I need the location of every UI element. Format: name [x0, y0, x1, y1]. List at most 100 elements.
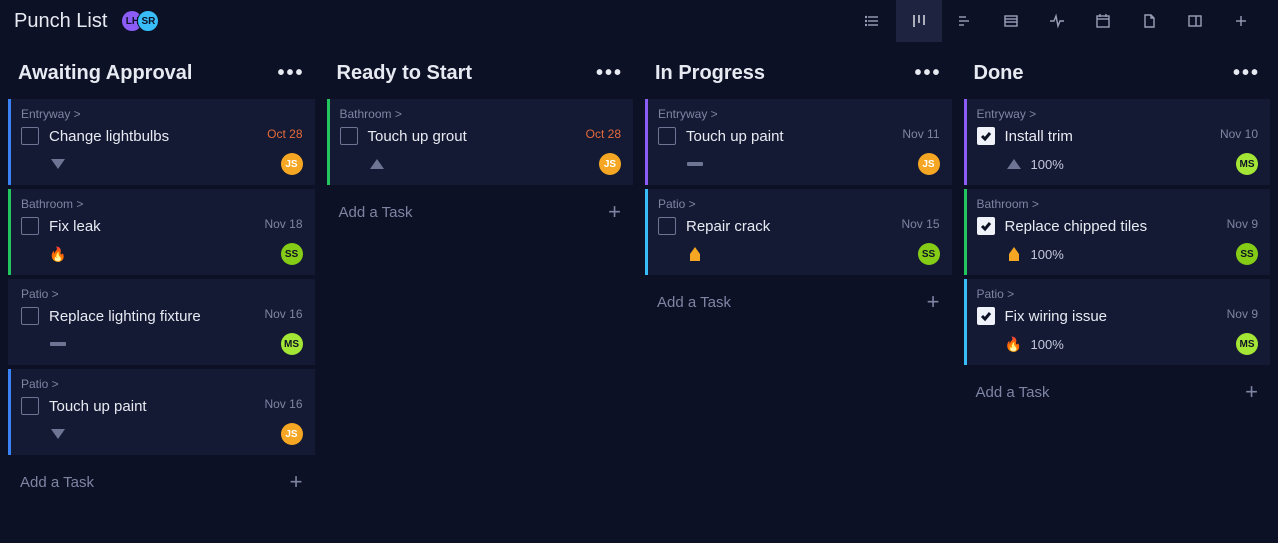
task-progress: 100%	[1031, 337, 1064, 352]
kanban-board: Awaiting Approval•••Entryway >Change lig…	[0, 42, 1278, 543]
column-header: In Progress•••	[645, 50, 952, 99]
column-header: Done•••	[964, 50, 1271, 99]
task-footer	[21, 423, 305, 445]
task-checkbox[interactable]	[658, 217, 676, 235]
priority-none-icon	[686, 156, 704, 172]
table-view-icon[interactable]	[988, 0, 1034, 42]
task-card[interactable]: Entryway >Change lightbulbsOct 28JS	[8, 99, 315, 185]
column-header: Ready to Start•••	[327, 50, 634, 99]
task-date: Nov 16	[264, 307, 302, 321]
breadcrumb[interactable]: Entryway >	[21, 107, 305, 121]
task-date: Nov 9	[1227, 307, 1258, 321]
priority-low-icon	[368, 156, 386, 172]
breadcrumb[interactable]: Patio >	[658, 197, 942, 211]
task-footer	[658, 153, 942, 175]
breadcrumb[interactable]: Entryway >	[658, 107, 942, 121]
activity-view-icon[interactable]	[1034, 0, 1080, 42]
breadcrumb[interactable]: Entryway >	[977, 107, 1261, 121]
breadcrumb[interactable]: Bathroom >	[340, 107, 624, 121]
topbar: Punch List LH SR	[0, 0, 1278, 42]
priority-medium-icon	[686, 246, 704, 262]
priority-urgent-icon: 🔥	[49, 246, 67, 262]
breadcrumb[interactable]: Bathroom >	[977, 197, 1261, 211]
kanban-column: In Progress•••Entryway >Touch up paintNo…	[641, 50, 956, 543]
calendar-view-icon[interactable]	[1080, 0, 1126, 42]
page-title: Punch List	[14, 10, 107, 33]
task-card[interactable]: Entryway >Touch up paintNov 11JS	[645, 99, 952, 185]
add-task-label: Add a Task	[976, 384, 1050, 401]
task-card[interactable]: Bathroom >Touch up groutOct 28JS	[327, 99, 634, 185]
priority-low-icon	[49, 426, 67, 442]
assignee-avatar[interactable]: MS	[1236, 153, 1258, 175]
column-menu-icon[interactable]: •••	[914, 62, 941, 85]
assignee-avatar[interactable]: JS	[918, 153, 940, 175]
column-menu-icon[interactable]: •••	[1233, 62, 1260, 85]
task-card[interactable]: Bathroom >Fix leakNov 18🔥SS	[8, 189, 315, 275]
task-checkbox[interactable]	[21, 397, 39, 415]
task-card[interactable]: Patio >Touch up paintNov 16JS	[8, 369, 315, 455]
task-card[interactable]: Bathroom >Replace chipped tilesNov 9100%…	[964, 189, 1271, 275]
file-view-icon[interactable]	[1126, 0, 1172, 42]
priority-none-icon	[49, 336, 67, 352]
header-avatars[interactable]: LH SR	[121, 10, 159, 32]
breadcrumb[interactable]: Patio >	[977, 287, 1261, 301]
task-progress: 100%	[1031, 247, 1064, 262]
assignee-avatar[interactable]: SS	[918, 243, 940, 265]
breadcrumb[interactable]: Patio >	[21, 287, 305, 301]
add-view-icon[interactable]	[1218, 0, 1264, 42]
task-card[interactable]: Patio >Replace lighting fixtureNov 16MS	[8, 279, 315, 365]
task-date: Nov 15	[901, 217, 939, 231]
task-footer: 100%	[977, 243, 1261, 265]
breadcrumb[interactable]: Bathroom >	[21, 197, 305, 211]
priority-low-icon	[49, 156, 67, 172]
task-title: Fix wiring issue	[1005, 308, 1261, 325]
assignee-avatar[interactable]: SS	[281, 243, 303, 265]
task-date: Nov 18	[264, 217, 302, 231]
task-date: Nov 11	[902, 127, 939, 141]
list-view-icon[interactable]	[850, 0, 896, 42]
kanban-view-icon[interactable]	[896, 0, 942, 42]
plus-icon: +	[290, 469, 303, 495]
assignee-avatar[interactable]: MS	[281, 333, 303, 355]
task-card[interactable]: Patio > Fix wiring issueNov 9 🔥 100% MS	[964, 279, 1271, 365]
task-footer	[21, 153, 305, 175]
assignee-avatar[interactable]: JS	[599, 153, 621, 175]
task-date: Nov 10	[1220, 127, 1258, 141]
assignee-avatar[interactable]: MS	[1236, 333, 1258, 355]
add-task-button[interactable]: Add a Task+	[645, 275, 952, 329]
breadcrumb[interactable]: Patio >	[21, 377, 305, 391]
column-title: Ready to Start	[337, 62, 596, 85]
priority-urgent-icon: 🔥	[1005, 336, 1023, 352]
task-card[interactable]: Entryway >Install trimNov 10100%MS	[964, 99, 1271, 185]
task-checkbox[interactable]	[658, 127, 676, 145]
task-checkbox[interactable]	[21, 307, 39, 325]
column-title: Awaiting Approval	[18, 62, 277, 85]
add-task-button[interactable]: Add a Task +	[964, 365, 1271, 419]
add-task-button[interactable]: Add a Task +	[8, 455, 315, 509]
task-checkbox[interactable]	[21, 127, 39, 145]
column-menu-icon[interactable]: •••	[596, 62, 623, 85]
assignee-avatar[interactable]: JS	[281, 423, 303, 445]
task-checkbox[interactable]	[21, 217, 39, 235]
column-header: Awaiting Approval•••	[8, 50, 315, 99]
gantt-view-icon[interactable]	[942, 0, 988, 42]
task-card[interactable]: Patio >Repair crackNov 15SS	[645, 189, 952, 275]
assignee-avatar[interactable]: SS	[1236, 243, 1258, 265]
task-checkbox[interactable]	[977, 307, 995, 325]
avatar[interactable]: SR	[137, 10, 159, 32]
add-task-label: Add a Task	[20, 474, 94, 491]
priority-medium-icon	[1005, 246, 1023, 262]
task-footer: 🔥 100%	[977, 333, 1261, 355]
panel-view-icon[interactable]	[1172, 0, 1218, 42]
add-task-button[interactable]: Add a Task+	[327, 185, 634, 239]
task-checkbox[interactable]	[977, 127, 995, 145]
task-checkbox[interactable]	[977, 217, 995, 235]
task-footer: 🔥	[21, 243, 305, 265]
task-footer	[658, 243, 942, 265]
task-checkbox[interactable]	[340, 127, 358, 145]
plus-icon: +	[1245, 379, 1258, 405]
column-menu-icon[interactable]: •••	[277, 62, 304, 85]
kanban-column: Awaiting Approval•••Entryway >Change lig…	[4, 50, 319, 543]
assignee-avatar[interactable]: JS	[281, 153, 303, 175]
task-progress: 100%	[1031, 157, 1064, 172]
